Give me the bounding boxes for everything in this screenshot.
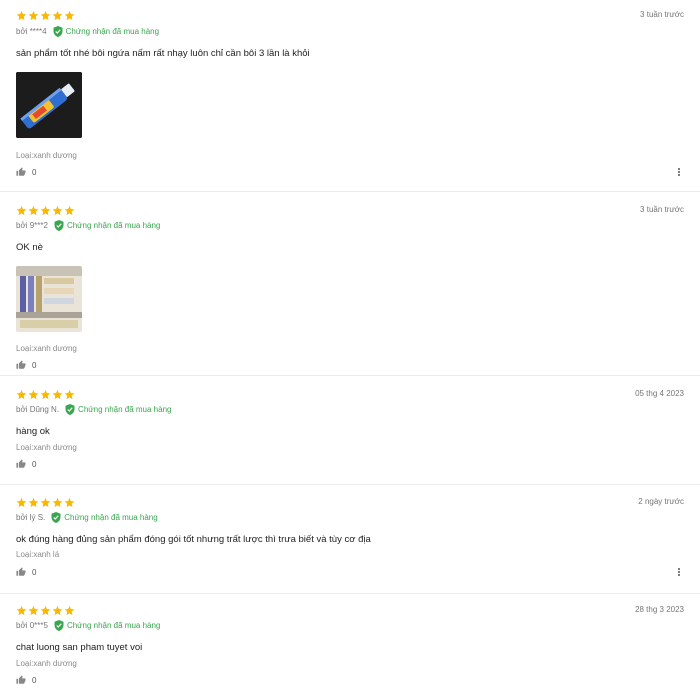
reviewer-name: bởi 0***5 bbox=[16, 621, 48, 630]
like-count: 0 bbox=[32, 675, 37, 685]
product-variant: Loại:xanh dương bbox=[16, 151, 77, 160]
review-date: 2 ngày trước bbox=[638, 497, 684, 506]
product-shelf-image bbox=[16, 266, 82, 332]
like-button[interactable]: 0 bbox=[16, 675, 36, 685]
product-variant: Loại:xanh dương bbox=[16, 443, 77, 452]
star-icon bbox=[16, 389, 27, 400]
review-content: chat luong san pham tuyet voi bbox=[16, 642, 143, 653]
thumbs-up-icon bbox=[16, 459, 26, 468]
review-item: 05 thg 4 2023 bởi Dũng N. Chứng nhận đã … bbox=[0, 377, 700, 485]
verified-purchase-label: Chứng nhận đã mua hàng bbox=[64, 513, 158, 522]
review-date: 3 tuần trước bbox=[640, 205, 684, 214]
star-icon bbox=[64, 10, 75, 21]
review-item: 2 ngày trước bởi lý S. Chứng nhận đã mua… bbox=[0, 486, 700, 594]
star-icon bbox=[40, 205, 51, 216]
product-variant: Loại:xanh lá bbox=[16, 550, 60, 559]
star-icon bbox=[16, 605, 27, 616]
verified-purchase-label: Chứng nhận đã mua hàng bbox=[66, 221, 161, 230]
star-icon bbox=[28, 10, 39, 21]
verified-purchase-label: Chứng nhận đã mua hàng bbox=[65, 27, 160, 36]
like-button[interactable]: 0 bbox=[16, 167, 36, 177]
review-byline: bởi 9***2 Chứng nhận đã mua hàng bbox=[16, 220, 160, 231]
rating-stars bbox=[16, 389, 75, 400]
review-date: 3 tuần trước bbox=[640, 10, 684, 19]
review-byline: bởi 0***5 Chứng nhận đã mua hàng bbox=[16, 620, 160, 631]
shield-check-icon bbox=[51, 512, 61, 523]
rating-stars bbox=[16, 497, 75, 508]
thumbs-up-icon bbox=[16, 360, 26, 369]
star-icon bbox=[40, 497, 51, 508]
star-icon bbox=[16, 205, 27, 216]
verified-purchase-label: Chứng nhận đã mua hàng bbox=[78, 405, 172, 414]
review-content: sản phẩm tốt nhé bôi ngứa nấm rất nhạy l… bbox=[16, 48, 310, 59]
star-icon bbox=[64, 497, 75, 508]
shield-check-icon bbox=[65, 404, 75, 415]
like-button[interactable]: 0 bbox=[16, 567, 36, 577]
like-count: 0 bbox=[32, 360, 37, 370]
verified-purchase-label: Chứng nhận đã mua hàng bbox=[66, 621, 161, 630]
ointment-tube-image bbox=[16, 72, 82, 138]
star-icon bbox=[28, 389, 39, 400]
star-icon bbox=[52, 10, 63, 21]
like-count: 0 bbox=[32, 167, 37, 177]
rating-stars bbox=[16, 10, 75, 21]
rating-stars bbox=[16, 605, 75, 616]
review-content: hàng ok bbox=[16, 426, 50, 437]
review-item: 3 tuần trước bởi ****4 Chứng nhận đã mua… bbox=[0, 0, 700, 192]
reviewer-name: bởi ****4 bbox=[16, 27, 47, 36]
review-image-thumbnail[interactable] bbox=[16, 72, 82, 138]
review-byline: bởi lý S. Chứng nhận đã mua hàng bbox=[16, 512, 158, 523]
like-count: 0 bbox=[32, 459, 37, 469]
star-icon bbox=[52, 389, 63, 400]
review-byline: bởi ****4 Chứng nhận đã mua hàng bbox=[16, 26, 159, 37]
star-icon bbox=[40, 10, 51, 21]
star-icon bbox=[28, 497, 39, 508]
star-icon bbox=[52, 605, 63, 616]
star-icon bbox=[64, 605, 75, 616]
review-date: 28 thg 3 2023 bbox=[635, 605, 684, 614]
review-content: OK nè bbox=[16, 242, 43, 253]
review-date: 05 thg 4 2023 bbox=[635, 389, 684, 398]
star-icon bbox=[64, 205, 75, 216]
star-icon bbox=[16, 10, 27, 21]
thumbs-up-icon bbox=[16, 567, 26, 576]
product-variant: Loại:xanh dương bbox=[16, 659, 77, 668]
review-list: 3 tuần trước bởi ****4 Chứng nhận đã mua… bbox=[0, 0, 700, 700]
review-content: ok đúng hàng đủng sản phẩm đóng gói tốt … bbox=[16, 534, 371, 545]
star-icon bbox=[28, 605, 39, 616]
star-icon bbox=[52, 205, 63, 216]
review-item: 3 tuần trước bởi 9***2 Chứng nhận đã mua… bbox=[0, 193, 700, 376]
reviewer-name: bởi lý S. bbox=[16, 513, 46, 522]
star-icon bbox=[40, 389, 51, 400]
review-image-thumbnail[interactable] bbox=[16, 266, 82, 332]
shield-check-icon bbox=[54, 220, 64, 231]
thumbs-up-icon bbox=[16, 675, 26, 684]
star-icon bbox=[16, 497, 27, 508]
like-button[interactable]: 0 bbox=[16, 459, 36, 469]
like-button[interactable]: 0 bbox=[16, 360, 36, 370]
thumbs-up-icon bbox=[16, 167, 26, 176]
reviewer-name: bởi 9***2 bbox=[16, 221, 48, 230]
shield-check-icon bbox=[53, 26, 63, 37]
star-icon bbox=[52, 497, 63, 508]
rating-stars bbox=[16, 205, 75, 216]
more-vertical-icon[interactable] bbox=[676, 166, 682, 178]
star-icon bbox=[64, 389, 75, 400]
like-count: 0 bbox=[32, 567, 37, 577]
reviewer-name: bởi Dũng N. bbox=[16, 405, 60, 414]
star-icon bbox=[28, 205, 39, 216]
product-variant: Loại:xanh dương bbox=[16, 344, 77, 353]
shield-check-icon bbox=[54, 620, 64, 631]
more-vertical-icon[interactable] bbox=[676, 566, 682, 578]
review-item: 28 thg 3 2023 bởi 0***5 Chứng nhận đã mu… bbox=[0, 595, 700, 700]
review-byline: bởi Dũng N. Chứng nhận đã mua hàng bbox=[16, 404, 171, 415]
star-icon bbox=[40, 605, 51, 616]
